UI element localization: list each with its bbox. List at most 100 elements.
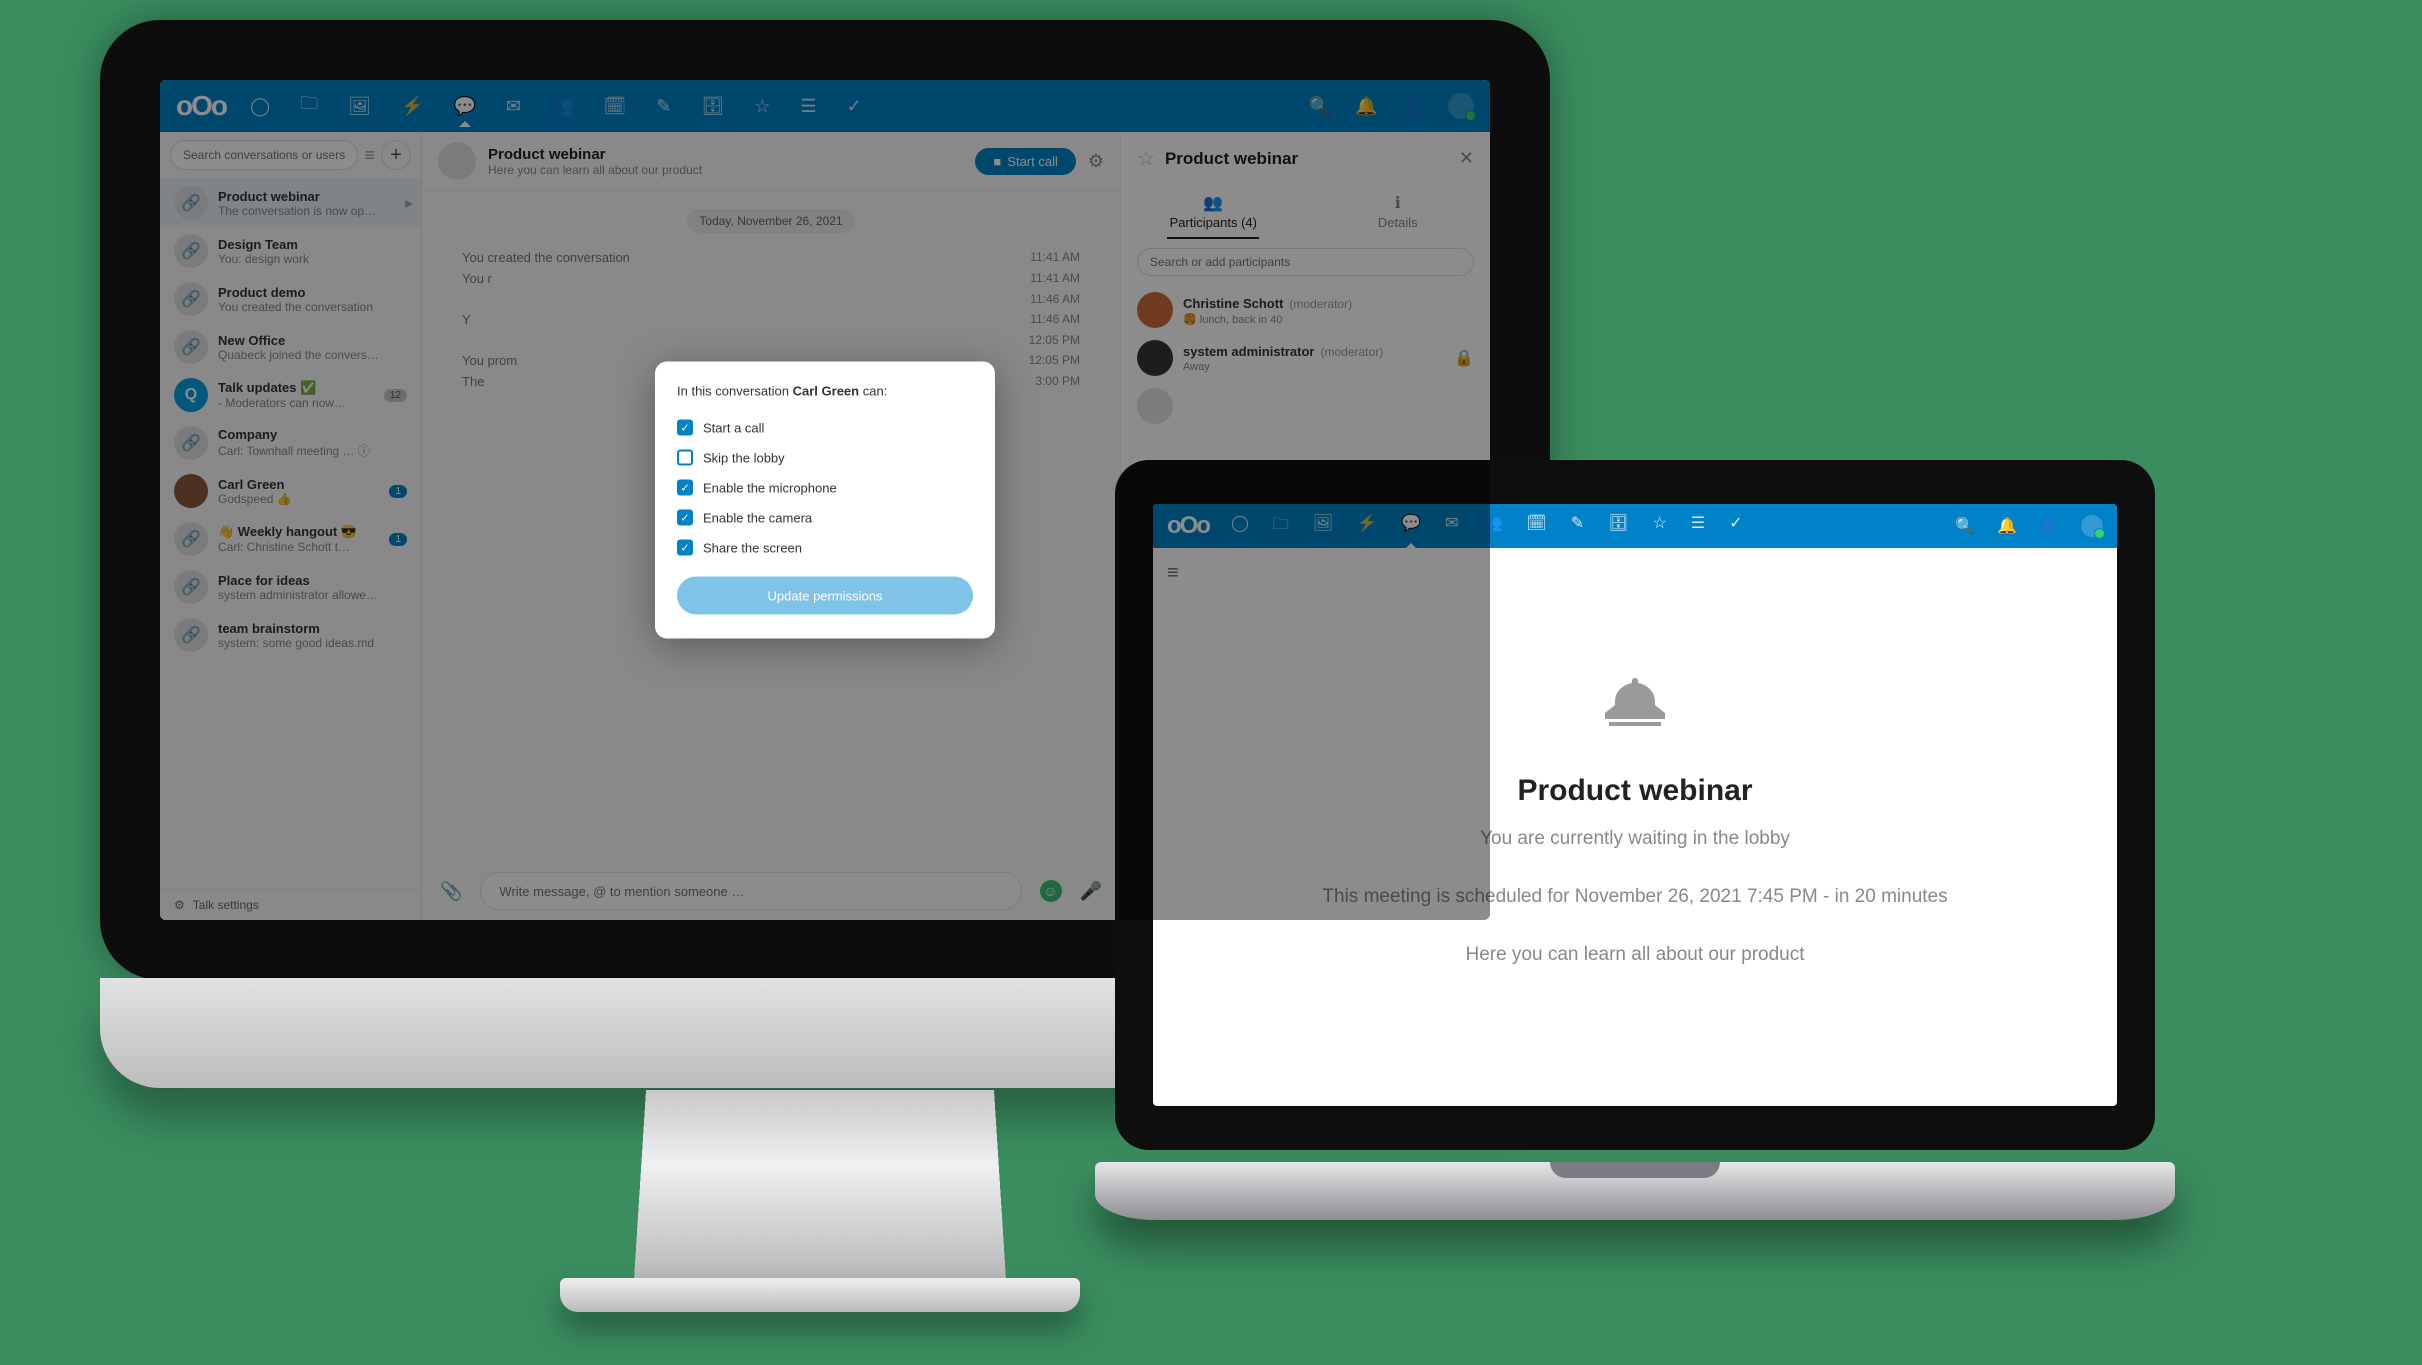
files-icon[interactable]: 🗀: [300, 91, 318, 121]
nc-header: oOo ◯ 🗀 🖼 ⚡ 💬 ✉ 👥 🗓 ✎ 🗄 ☆ ☰ ✓: [1153, 504, 2117, 548]
participant-row[interactable]: [1121, 382, 1490, 430]
checkbox-icon: ✓: [677, 540, 693, 556]
tab-participants[interactable]: 👥 Participants (4): [1121, 185, 1306, 238]
notifications-icon[interactable]: 🔔: [1355, 96, 1377, 117]
photos-icon[interactable]: 🖼: [1313, 513, 1333, 540]
conversation-item[interactable]: 🔗 team brainstorm system: some good idea…: [160, 611, 421, 659]
menu-icon[interactable]: ≡: [1167, 562, 2105, 585]
imac-stand: [634, 1090, 1007, 1287]
deck-icon[interactable]: 🗄: [701, 96, 724, 117]
link-icon: 🔗: [174, 282, 208, 316]
talk-settings-button[interactable]: ⚙ Talk settings: [160, 889, 421, 920]
conversation-item[interactable]: 🔗 New Office Quabeck joined the convers…: [160, 323, 421, 371]
dashboard-icon[interactable]: ◯: [1231, 513, 1249, 540]
conversation-item[interactable]: 🔗 Design Team You: design work: [160, 227, 421, 275]
activity-icon[interactable]: ⚡: [1357, 513, 1377, 540]
deck-icon[interactable]: 🗄: [1608, 513, 1628, 540]
perm-share-screen[interactable]: ✓Share the screen: [677, 533, 973, 563]
check-icon[interactable]: ✓: [1729, 513, 1742, 540]
notes-icon[interactable]: ✎: [1571, 513, 1584, 540]
checkbox-icon: ✓: [677, 510, 693, 526]
checkbox-icon: ✓: [677, 420, 693, 436]
participants-search-input[interactable]: [1137, 248, 1474, 276]
conversation-item[interactable]: 🔗 Company Carl: Townhall meeting … ⓘ: [160, 419, 421, 467]
info-icon: ℹ: [1306, 193, 1491, 213]
files-icon[interactable]: 🗀: [1273, 513, 1289, 540]
perm-enable-mic[interactable]: ✓Enable the microphone: [677, 473, 973, 503]
tab-details[interactable]: ℹ Details: [1306, 185, 1491, 238]
gear-icon[interactable]: ⚙: [1088, 151, 1104, 172]
contacts-menu-icon[interactable]: 👤: [1402, 96, 1424, 117]
macbook-base: [1095, 1162, 2175, 1220]
calendar-icon[interactable]: 🗓: [1526, 513, 1546, 540]
bookmarks-icon[interactable]: ☆: [754, 96, 770, 117]
perm-skip-lobby[interactable]: Skip the lobby: [677, 443, 973, 473]
user-avatar[interactable]: [1448, 93, 1474, 119]
details-tabs: 👥 Participants (4) ℹ Details: [1121, 185, 1490, 238]
nextcloud-logo: oOo: [176, 90, 226, 122]
macbook-screen: oOo ◯ 🗀 🖼 ⚡ 💬 ✉ 👥 🗓 ✎ 🗄 ☆ ☰ ✓: [1153, 504, 2117, 1106]
photos-icon[interactable]: 🖼: [348, 96, 371, 117]
check-icon[interactable]: ✓: [846, 96, 861, 117]
unread-badge: 1: [389, 533, 407, 546]
lobby-content: Product webinar You are currently waitin…: [1153, 668, 2117, 966]
update-permissions-button[interactable]: Update permissions: [677, 577, 973, 615]
tasks-icon[interactable]: ☰: [800, 96, 816, 117]
mail-icon[interactable]: ✉: [1445, 513, 1458, 540]
participant-row[interactable]: Christine Schott(moderator) 🍔 lunch, bac…: [1121, 286, 1490, 334]
unread-badge: 12: [384, 389, 407, 402]
user-avatar: [174, 474, 208, 508]
perm-start-call[interactable]: ✓Start a call: [677, 413, 973, 443]
calendar-icon[interactable]: 🗓: [603, 96, 626, 117]
conversation-item[interactable]: 🔗 Product demo You created the conversat…: [160, 275, 421, 323]
conversation-item[interactable]: Carl Green Godspeed 👍 1: [160, 467, 421, 515]
chat-title: Product webinar: [488, 146, 963, 163]
notes-icon[interactable]: ✎: [656, 96, 671, 117]
conversation-item[interactable]: 🔗 Product webinar The conversation is no…: [160, 179, 421, 227]
chat-header: Product webinar Here you can learn all a…: [422, 132, 1120, 191]
notifications-icon[interactable]: 🔔: [1997, 516, 2017, 536]
bookmarks-icon[interactable]: ☆: [1652, 513, 1666, 540]
close-icon[interactable]: ✕: [1459, 148, 1474, 169]
talk-icon[interactable]: 💬: [1401, 513, 1421, 540]
activity-icon[interactable]: ⚡: [401, 96, 423, 117]
message-input[interactable]: [480, 872, 1021, 910]
link-icon: 🔗: [174, 330, 208, 364]
search-input[interactable]: [170, 140, 358, 170]
unread-badge: 1: [389, 485, 407, 498]
participants-icon: 👥: [1121, 193, 1306, 213]
user-avatar: [1137, 388, 1173, 424]
mail-icon[interactable]: ✉: [506, 96, 521, 117]
perm-enable-camera[interactable]: ✓Enable the camera: [677, 503, 973, 533]
filter-icon[interactable]: ≡: [364, 145, 375, 166]
start-call-button[interactable]: ■ Start call: [975, 148, 1075, 175]
checkbox-icon: ✓: [677, 480, 693, 496]
app-avatar: Q: [174, 378, 208, 412]
conversation-item[interactable]: 🔗 👋 Weekly hangout 😎 Carl: Christine Sch…: [160, 515, 421, 563]
imac-foot: [560, 1278, 1080, 1312]
contacts-icon[interactable]: 👥: [1482, 513, 1502, 540]
lobby-waiting-text: You are currently waiting in the lobby: [1153, 828, 2117, 850]
lobby-bell-icon: [1595, 668, 1675, 748]
contacts-menu-icon[interactable]: 👤: [2039, 516, 2059, 536]
search-icon[interactable]: 🔍: [1309, 96, 1331, 117]
permissions-modal: In this conversation Carl Green can: ✓St…: [655, 362, 995, 639]
conversation-item[interactable]: Q Talk updates ✅ - Moderators can now… 1…: [160, 371, 421, 419]
tasks-icon[interactable]: ☰: [1691, 513, 1705, 540]
search-icon[interactable]: 🔍: [1955, 516, 1975, 536]
participant-row[interactable]: system administrator(moderator) Away 🔒: [1121, 334, 1490, 382]
conversation-avatar: [438, 142, 476, 180]
lobby-description: Here you can learn all about our product: [1153, 944, 2117, 966]
attach-icon[interactable]: 📎: [440, 881, 462, 902]
dashboard-icon[interactable]: ◯: [250, 96, 270, 117]
star-icon[interactable]: ☆: [1137, 146, 1155, 171]
talk-icon[interactable]: 💬: [453, 96, 475, 117]
contacts-icon[interactable]: 👥: [551, 96, 573, 117]
video-icon: ■: [993, 154, 1001, 169]
link-icon: 🔗: [174, 186, 208, 220]
emoji-icon[interactable]: ☺: [1040, 880, 1062, 902]
conversation-item[interactable]: 🔗 Place for ideas system administrator a…: [160, 563, 421, 611]
new-conversation-button[interactable]: +: [381, 140, 411, 170]
checkbox-icon: [677, 450, 693, 466]
user-avatar[interactable]: [2081, 515, 2103, 537]
